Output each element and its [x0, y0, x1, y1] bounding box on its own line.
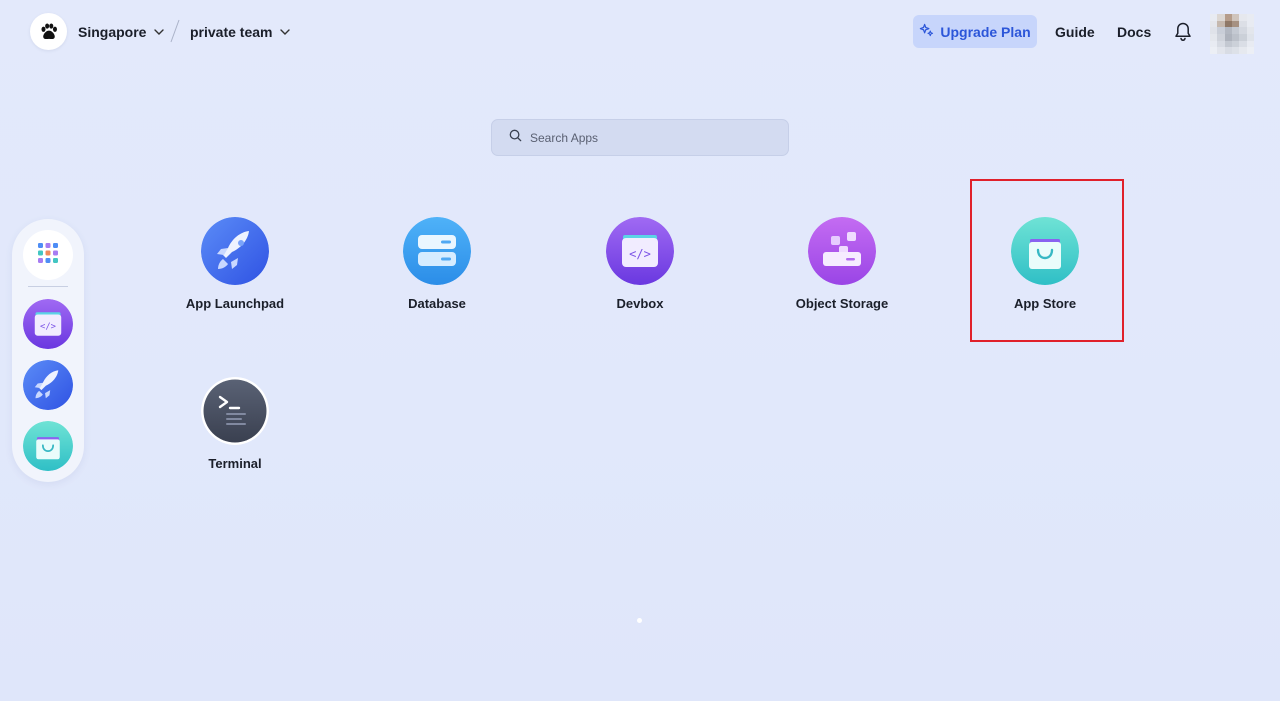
- object-storage-tile[interactable]: Object Storage: [767, 217, 917, 327]
- rocket-icon: [23, 360, 73, 410]
- region-label: Singapore: [78, 24, 147, 40]
- devbox-icon: </>: [23, 299, 73, 349]
- search-bar[interactable]: [491, 119, 789, 156]
- upgrade-plan-button[interactable]: Upgrade Plan: [913, 15, 1037, 48]
- shopping-bag-icon: [1011, 217, 1079, 285]
- app-launchpad-tile[interactable]: App Launchpad: [160, 217, 310, 327]
- bell-icon[interactable]: [1173, 21, 1193, 43]
- chevron-down-icon: [154, 29, 165, 35]
- team-selector[interactable]: private team: [190, 22, 291, 42]
- rocket-icon: [201, 217, 269, 285]
- upgrade-plan-label: Upgrade Plan: [940, 23, 1031, 40]
- team-label: private team: [190, 24, 273, 40]
- app-label: Terminal: [208, 456, 262, 471]
- chevron-down-icon: [280, 29, 291, 35]
- svg-text:</>: </>: [629, 247, 651, 261]
- region-selector[interactable]: Singapore: [78, 22, 165, 42]
- guide-link[interactable]: Guide: [1055, 24, 1095, 40]
- app-store-tile[interactable]: App Store: [970, 217, 1120, 327]
- devbox-tile[interactable]: </> Devbox: [565, 217, 715, 327]
- breadcrumb-separator: [170, 19, 180, 43]
- dock: </>: [12, 219, 84, 482]
- app-label: Devbox: [616, 296, 664, 311]
- database-tile[interactable]: Database: [362, 217, 512, 327]
- app-label: App Launchpad: [185, 296, 285, 311]
- top-bar: Singapore private team Upgrade Plan Guid…: [0, 0, 1280, 64]
- app-grid-icon: [37, 242, 59, 269]
- dock-divider: [28, 286, 68, 287]
- dock-item-app-launchpad[interactable]: [23, 360, 73, 410]
- object-storage-icon: [808, 217, 876, 285]
- database-icon: [403, 217, 471, 285]
- app-label: Object Storage: [795, 296, 889, 311]
- sparkle-icon: [919, 23, 934, 41]
- avatar[interactable]: [1210, 14, 1254, 54]
- terminal-icon: [201, 377, 269, 445]
- dock-item-app-store[interactable]: [23, 421, 73, 471]
- search-icon: [509, 129, 522, 147]
- search-input[interactable]: [530, 130, 770, 145]
- paw-logo-icon[interactable]: [30, 13, 67, 50]
- devbox-icon: </>: [606, 217, 674, 285]
- app-label: Database: [408, 296, 466, 311]
- dock-item-all-apps[interactable]: [23, 230, 73, 280]
- dock-item-devbox[interactable]: </>: [23, 299, 73, 349]
- shopping-bag-icon: [23, 421, 73, 471]
- page-indicator-dot[interactable]: [637, 618, 642, 623]
- app-label: App Store: [1013, 296, 1077, 311]
- docs-link[interactable]: Docs: [1117, 24, 1151, 40]
- terminal-tile[interactable]: Terminal: [160, 377, 310, 487]
- svg-text:</>: </>: [40, 322, 56, 332]
